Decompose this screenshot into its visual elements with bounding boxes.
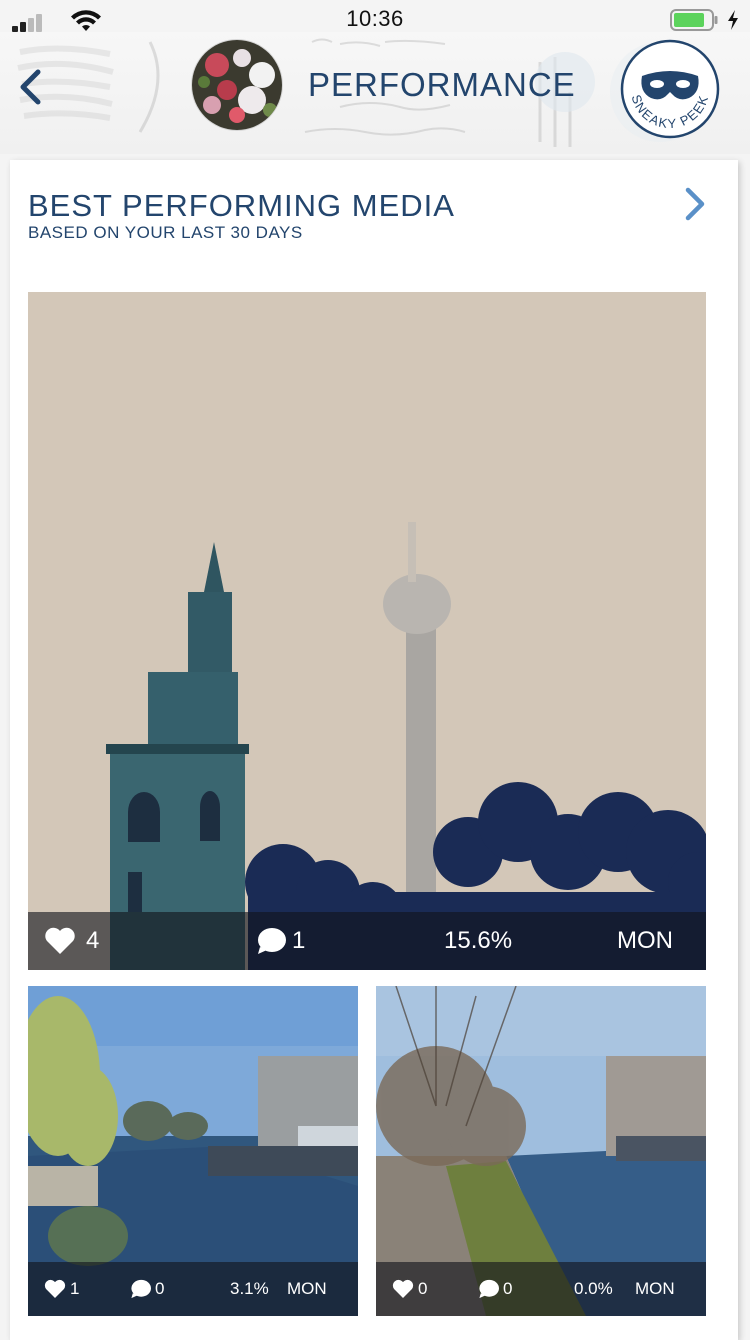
post-day: MON <box>287 1279 327 1298</box>
heart-icon <box>44 1279 66 1298</box>
likes-stat: 4 <box>44 912 99 970</box>
comment-bubble-icon <box>479 1279 499 1299</box>
likes-stat: 1 <box>44 1262 79 1316</box>
page-title: PERFORMANCE <box>308 66 576 103</box>
likes-count: 0 <box>418 1279 428 1298</box>
best-media-card: BEST PERFORMING MEDIA BASED ON YOUR LAST… <box>10 160 738 1340</box>
comment-bubble-icon <box>131 1279 151 1299</box>
heart-icon <box>45 927 75 954</box>
sneaky-peek-button[interactable]: SNEAKY PEEK <box>617 36 723 142</box>
likes-stat: 0 <box>392 1262 427 1316</box>
media-stats-bar: 1 0 3.1% MON <box>28 1262 358 1316</box>
media-stats-bar: 0 0 0.0% MON <box>376 1262 706 1316</box>
media-item-right[interactable]: 0 0 0.0% MON <box>376 986 706 1316</box>
status-time: 10:36 <box>346 6 404 31</box>
header: PERFORMANCE SNEAKY PEEK <box>0 32 750 154</box>
engagement-rate: 3.1% <box>230 1279 269 1298</box>
engagement-rate: 15.6% <box>444 927 513 954</box>
battery-icon <box>670 9 718 31</box>
flowers-avatar-image <box>192 40 282 130</box>
see-more-button[interactable] <box>680 184 710 224</box>
comments-count: 0 <box>503 1279 513 1298</box>
media-stats-bar: 4 1 15.6% MON <box>28 912 706 970</box>
media-item-top[interactable]: 4 1 15.6% MON <box>28 292 706 970</box>
comments-count: 0 <box>155 1279 165 1298</box>
comments-count: 1 <box>292 927 306 954</box>
engagement-rate: 0.0% <box>574 1279 613 1298</box>
charging-bolt-icon <box>728 10 738 30</box>
comment-bubble-icon <box>258 928 286 954</box>
post-day: MON <box>635 1279 675 1298</box>
comments-stat: 1 <box>256 912 305 970</box>
chevron-right-icon <box>685 187 705 221</box>
avatar[interactable] <box>192 40 282 130</box>
section-subtitle: BASED ON YOUR LAST 30 DAYS <box>28 223 303 242</box>
back-button[interactable] <box>8 62 52 112</box>
heart-icon <box>392 1279 414 1298</box>
post-day: MON <box>617 927 673 954</box>
likes-count: 4 <box>86 927 100 954</box>
foggy-tower-photo <box>28 292 706 970</box>
likes-count: 1 <box>70 1279 80 1298</box>
media-item-left[interactable]: 1 0 3.1% MON <box>28 986 358 1316</box>
comments-stat: 0 <box>130 1262 164 1316</box>
section-title: BEST PERFORMING MEDIA <box>28 188 455 223</box>
comments-stat: 0 <box>478 1262 512 1316</box>
